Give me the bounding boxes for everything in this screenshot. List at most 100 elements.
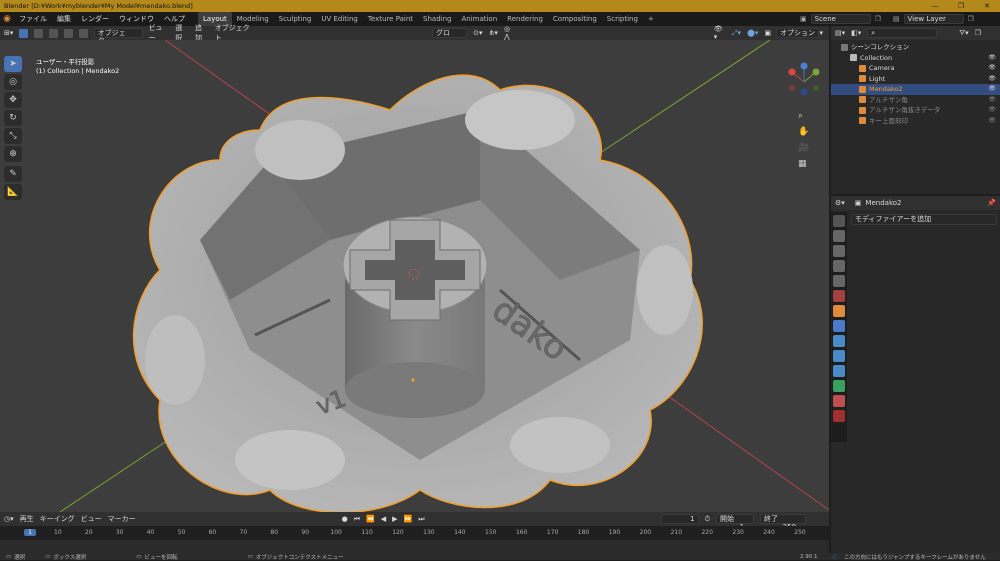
close-button[interactable]: ✕ xyxy=(974,0,1000,12)
workspace-tab-7[interactable]: Rendering xyxy=(502,12,548,26)
outliner-row[interactable]: Camera 👁 xyxy=(831,63,1000,74)
outliner-row[interactable]: Collection 👁 xyxy=(831,53,1000,64)
visibility-eye-icon[interactable]: 👁 xyxy=(988,105,996,116)
select-box-icon[interactable] xyxy=(19,28,29,38)
axis-gizmo-icon[interactable] xyxy=(784,62,824,102)
outliner-row[interactable]: アルチザン角 👁 xyxy=(831,95,1000,106)
outliner-row[interactable]: Mendako2 👁 xyxy=(831,84,1000,95)
outliner-editor-icon[interactable]: ▤▾ xyxy=(835,29,845,37)
view-layer-selector[interactable]: View Layer xyxy=(903,14,964,24)
end-frame-field[interactable]: 終了 250 xyxy=(760,514,807,531)
menu-timeline-view[interactable]: ビュー xyxy=(81,514,102,524)
constraints-tab-icon[interactable] xyxy=(833,365,845,377)
menu-file[interactable]: ファイル xyxy=(14,14,52,24)
outliner-row[interactable]: キー上面刻印 👁 xyxy=(831,116,1000,127)
blender-logo-icon[interactable]: ◉ xyxy=(0,14,14,24)
visibility-eye-icon[interactable]: 👁 xyxy=(988,95,996,106)
outliner-row[interactable]: Light 👁 xyxy=(831,74,1000,85)
new-collection-icon[interactable]: ❐ xyxy=(975,29,981,37)
new-view-layer-icon[interactable]: ❐ xyxy=(968,15,974,23)
cursor-tool-icon[interactable]: ◎ xyxy=(4,74,22,90)
record-icon[interactable]: ● xyxy=(342,515,348,523)
menu-playback[interactable]: 再生 xyxy=(20,514,34,524)
visibility-eye-icon[interactable]: 👁 xyxy=(988,53,996,64)
workspace-tab-9[interactable]: Scripting xyxy=(602,12,643,26)
overlay-icon[interactable]: ⬤▾ xyxy=(747,29,758,37)
render-tab-icon[interactable] xyxy=(833,230,845,242)
frame-ruler[interactable]: 1 10 20 30 40 50 60 70 80 90 100 110 120 130 140 150 160… xyxy=(0,526,829,540)
editor-type-icon[interactable]: ⊞▾ xyxy=(4,29,13,37)
view-layer-tab-icon[interactable] xyxy=(833,260,845,272)
xray-icon[interactable]: ▣ xyxy=(764,29,771,37)
scale-tool-icon[interactable]: ⤡ xyxy=(4,128,22,144)
select-mode-3-icon[interactable] xyxy=(63,28,73,38)
menu-marker[interactable]: マーカー xyxy=(108,514,136,524)
workspace-tab-4[interactable]: Texture Paint xyxy=(363,12,418,26)
pan-hand-icon[interactable]: ✋ xyxy=(798,124,824,140)
particles-tab-icon[interactable] xyxy=(833,335,845,347)
world-tab-icon[interactable] xyxy=(833,290,845,302)
outliner-search-input[interactable]: ⌕ xyxy=(867,28,938,38)
menu-edit[interactable]: 編集 xyxy=(52,14,76,24)
workspace-tab-6[interactable]: Animation xyxy=(456,12,502,26)
stopwatch-icon[interactable]: ⏱ xyxy=(705,515,710,524)
outliner-row[interactable]: アルチザン角抜きデータ 👁 xyxy=(831,105,1000,116)
workspace-tab-10[interactable]: + xyxy=(643,12,659,26)
pivot-icon[interactable]: ⊙▾ xyxy=(473,29,482,37)
measure-tool-icon[interactable]: 📐 xyxy=(4,184,22,200)
visibility-icon[interactable]: 👁▾ xyxy=(714,25,726,41)
menu-keying[interactable]: キーイング xyxy=(40,514,75,524)
jump-end-icon[interactable]: ⏭ xyxy=(418,515,424,524)
timeline-editor-icon[interactable]: ◷▾ xyxy=(4,515,14,523)
add-modifier-button[interactable]: モディファイアーを追加 xyxy=(851,214,997,225)
proportional-icon[interactable]: ◎ ⋀ xyxy=(504,25,518,41)
next-key-icon[interactable]: ⏩ xyxy=(404,515,413,523)
filter-icon[interactable]: ⛛▾ xyxy=(959,29,968,38)
output-tab-icon[interactable] xyxy=(833,245,845,257)
select-mode-2-icon[interactable] xyxy=(49,28,58,38)
start-frame-field[interactable]: 開始 1 xyxy=(716,514,755,531)
camera-view-icon[interactable]: 🎥 xyxy=(798,140,824,156)
annotate-tool-icon[interactable]: ✎ xyxy=(4,166,22,182)
visibility-eye-icon[interactable]: 👁 xyxy=(988,84,996,95)
prev-key-icon[interactable]: ⏪ xyxy=(366,515,375,523)
viewport-3d[interactable]: dako v1 xyxy=(0,40,829,512)
visibility-eye-icon[interactable]: 👁 xyxy=(988,63,996,74)
scene-tab-icon[interactable] xyxy=(833,275,845,287)
modifier-tab-icon[interactable] xyxy=(833,320,845,332)
data-tab-icon[interactable] xyxy=(833,380,845,392)
maximize-button[interactable]: ❐ xyxy=(948,0,974,12)
new-scene-icon[interactable]: ❐ xyxy=(875,15,881,23)
select-mode-4-icon[interactable] xyxy=(78,28,88,38)
workspace-tab-2[interactable]: Sculpting xyxy=(274,12,317,26)
workspace-tab-3[interactable]: UV Editing xyxy=(316,12,363,26)
play-icon[interactable]: ▶ xyxy=(392,515,397,523)
navigation-gizmo[interactable]: ⌕ ✋ 🎥 ▦ xyxy=(784,62,824,192)
texture-tab-icon[interactable] xyxy=(833,410,845,422)
properties-editor-icon[interactable]: ⚙▾ xyxy=(835,199,845,207)
transform-tool-icon[interactable]: ⊕ xyxy=(4,146,22,162)
move-tool-icon[interactable]: ✥ xyxy=(4,92,22,108)
grid-view-icon[interactable]: ▦ xyxy=(798,156,824,172)
visibility-eye-icon[interactable]: 👁 xyxy=(988,116,996,127)
workspace-tab-5[interactable]: Shading xyxy=(418,12,456,26)
gizmo-icon[interactable]: ⤢▾ xyxy=(732,29,741,38)
physics-tab-icon[interactable] xyxy=(833,350,845,362)
jump-start-icon[interactable]: ⏮ xyxy=(354,515,360,524)
rotate-tool-icon[interactable]: ↻ xyxy=(4,110,22,126)
zoom-icon[interactable]: ⌕ xyxy=(798,108,824,124)
scene-selector[interactable]: Scene xyxy=(810,14,871,24)
minimize-button[interactable]: — xyxy=(922,0,948,12)
current-frame-field[interactable]: 1 xyxy=(660,514,699,524)
select-mode-1-icon[interactable] xyxy=(34,28,44,38)
options-dropdown[interactable]: オプション xyxy=(776,28,819,38)
play-reverse-icon[interactable]: ◀ xyxy=(381,515,386,523)
select-tool-icon[interactable]: ➤ xyxy=(4,56,22,72)
visibility-eye-icon[interactable]: 👁 xyxy=(988,74,996,85)
outliner-filter-mode-icon[interactable]: ◧▾ xyxy=(851,29,861,37)
snap-icon[interactable]: ⋔▾ xyxy=(489,29,498,37)
menu-render[interactable]: レンダー xyxy=(76,14,114,24)
tool-tab-icon[interactable] xyxy=(833,215,845,227)
material-tab-icon[interactable] xyxy=(833,395,845,407)
outliner-scene-collection[interactable]: シーンコレクション xyxy=(831,42,1000,53)
